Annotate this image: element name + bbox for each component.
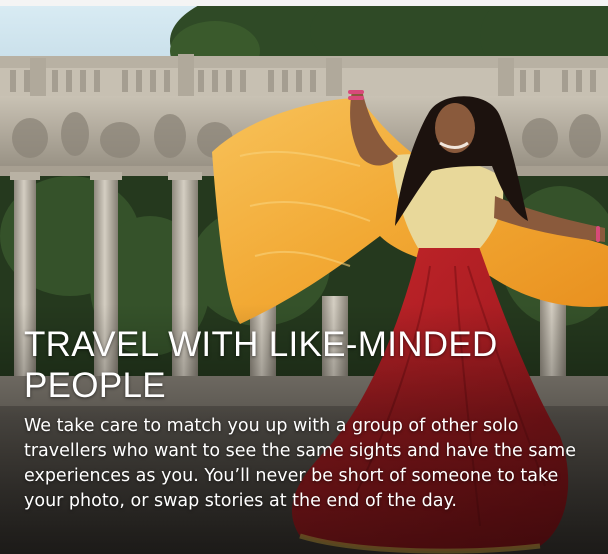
feature-body: We take care to match you up with a grou… xyxy=(24,416,576,511)
feature-headline: TRAVEL WITH LIKE-MINDED PEOPLE xyxy=(24,325,498,405)
feature-card: TRAVEL WITH LIKE-MINDED PEOPLE We take c… xyxy=(0,6,608,554)
caption-block: TRAVEL WITH LIKE-MINDED PEOPLE We take c… xyxy=(24,324,594,514)
balustrade xyxy=(0,68,608,96)
face xyxy=(435,103,475,153)
